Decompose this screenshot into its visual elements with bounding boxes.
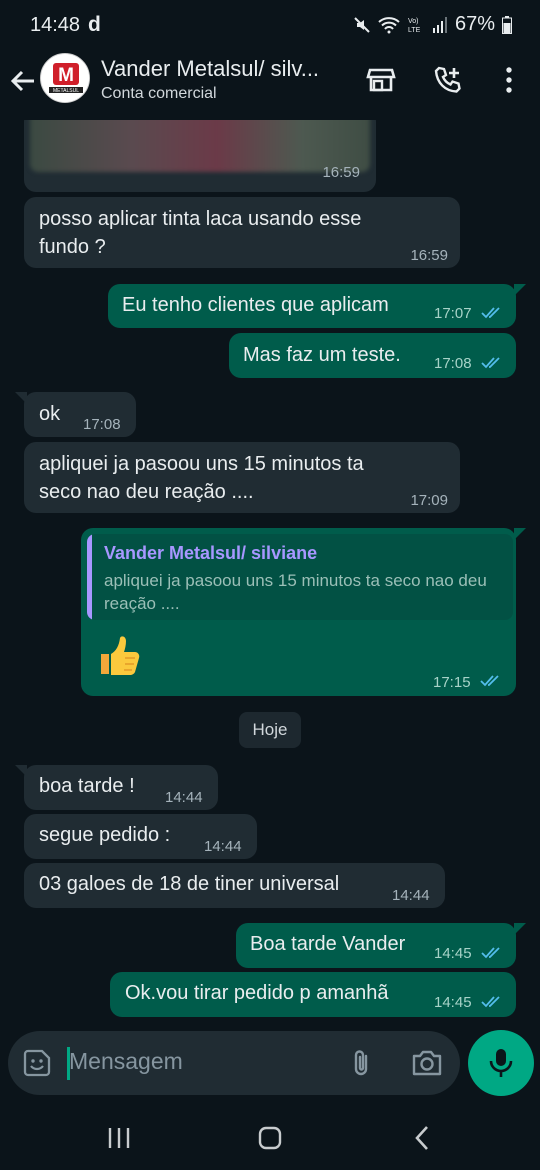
message-bubble[interactable]: Ok.vou tirar pedido p amanhã 14:45	[110, 972, 516, 1017]
mute-icon	[354, 16, 370, 33]
message-text: posso aplicar tinta laca usando esse	[39, 208, 362, 230]
svg-text:Vo): Vo)	[408, 18, 419, 25]
message-text: Ok.vou tirar pedido p amanhã	[125, 982, 389, 1004]
message-time: 17:08	[434, 355, 472, 372]
message-time: 17:15	[433, 674, 471, 691]
store-icon[interactable]	[365, 64, 397, 96]
carrier-mark: d	[88, 13, 101, 36]
bubble-tail	[514, 923, 526, 935]
message-bubble[interactable]: 03 galoes de 18 de tiner universal 14:44	[24, 863, 445, 908]
status-icons: Vo) LTE 67%	[353, 13, 512, 36]
read-ticks-icon	[481, 357, 500, 369]
more-options-icon[interactable]	[493, 64, 525, 96]
message-text: Mas faz um teste.	[243, 344, 401, 366]
battery-icon	[502, 15, 512, 34]
nav-back-icon[interactable]	[402, 1123, 442, 1153]
read-ticks-icon	[480, 675, 499, 687]
message-text: Boa tarde Vander	[250, 933, 406, 955]
camera-icon[interactable]	[410, 1047, 444, 1079]
message-list[interactable]: 16:59 posso aplicar tinta laca usando es…	[0, 120, 540, 1025]
message-composer[interactable]: Mensagem	[8, 1031, 460, 1095]
message-bubble[interactable]: boa tarde ! 14:44	[24, 765, 218, 810]
day-separator: Hoje	[239, 712, 301, 748]
contact-name[interactable]: Vander Metalsul/ silv...	[101, 56, 319, 82]
message-time: 17:07	[434, 305, 472, 322]
quoted-message[interactable]: Vander Metalsul/ silviane apliquei ja pa…	[87, 534, 513, 620]
svg-text:M: M	[58, 65, 74, 86]
message-bubble-reply[interactable]: Vander Metalsul/ silviane apliquei ja pa…	[81, 528, 516, 696]
message-text: segue pedido :	[39, 824, 171, 846]
add-call-icon[interactable]	[432, 64, 464, 96]
chat-header: M METALSUL Vander Metalsul/ silv... Cont…	[0, 50, 540, 120]
message-time: 14:45	[434, 994, 472, 1011]
read-ticks-icon	[481, 947, 500, 959]
message-bubble[interactable]: Boa tarde Vander 14:45	[236, 923, 516, 968]
battery-percent: 67%	[454, 13, 495, 35]
message-text: fundo ?	[39, 236, 106, 258]
message-time: 16:59	[410, 247, 448, 264]
back-arrow-icon[interactable]	[8, 66, 38, 96]
contact-subtitle[interactable]: Conta comercial	[101, 85, 217, 103]
thumbs-up-emoji	[95, 632, 143, 680]
message-time: 14:45	[434, 945, 472, 962]
message-time: 14:44	[165, 789, 203, 806]
home-icon[interactable]	[250, 1123, 290, 1153]
avatar[interactable]: M METALSUL	[40, 53, 90, 103]
recent-apps-icon[interactable]	[99, 1123, 139, 1153]
message-time: 16:59	[322, 164, 360, 181]
message-input[interactable]: Mensagem	[69, 1048, 183, 1075]
svg-text:METALSUL: METALSUL	[53, 88, 79, 94]
message-text: 03 galoes de 18 de tiner universal	[39, 873, 340, 895]
quoted-author: Vander Metalsul/ silviane	[104, 543, 318, 563]
status-time: 14:48	[30, 14, 81, 36]
sticker-emoji-icon[interactable]	[22, 1048, 52, 1078]
message-time: 17:08	[83, 416, 121, 433]
attach-icon[interactable]	[346, 1047, 378, 1079]
message-time: 14:44	[392, 887, 430, 904]
message-text: seco nao deu reação ....	[39, 481, 254, 503]
message-bubble[interactable]: ok 17:08	[24, 392, 136, 437]
message-bubble[interactable]: posso aplicar tinta laca usando esse fun…	[24, 197, 460, 268]
voice-message-button[interactable]	[468, 1030, 534, 1096]
day-separator-label: Hoje	[252, 720, 288, 739]
read-ticks-icon	[481, 996, 500, 1008]
message-time: 14:44	[204, 838, 242, 855]
volte-icon: Vo) LTE	[408, 18, 421, 34]
message-text: Eu tenho clientes que aplicam	[122, 294, 389, 316]
wifi-icon	[378, 16, 400, 33]
message-text: apliquei ja pasoou uns 15 minutos ta	[39, 453, 364, 475]
message-bubble[interactable]: segue pedido : 14:44	[24, 814, 257, 859]
bubble-tail	[514, 284, 526, 296]
message-bubble[interactable]: Mas faz um teste. 17:08	[229, 333, 516, 378]
bubble-tail	[514, 528, 526, 540]
svg-text:LTE: LTE	[408, 27, 421, 34]
system-navigation-bar	[0, 1105, 540, 1170]
metalsul-logo-icon: M METALSUL	[42, 55, 89, 102]
status-bar: 14:48 d Vo) LTE 67%	[0, 0, 540, 50]
quote-accent-bar	[87, 534, 92, 620]
message-bubble-media[interactable]: 16:59	[24, 120, 376, 192]
message-text: ok	[39, 403, 61, 425]
quoted-text: apliquei ja pasoou uns 15 minutos ta sec…	[104, 571, 487, 613]
message-bubble[interactable]: Eu tenho clientes que aplicam 17:07	[108, 284, 516, 328]
microphone-icon	[489, 1049, 513, 1077]
signal-icon	[432, 16, 447, 33]
message-bubble[interactable]: apliquei ja pasoou uns 15 minutos ta sec…	[24, 442, 460, 513]
message-text: boa tarde !	[39, 775, 135, 797]
message-time: 17:09	[410, 492, 448, 509]
image-attachment[interactable]	[30, 120, 370, 172]
read-ticks-icon	[481, 307, 500, 319]
